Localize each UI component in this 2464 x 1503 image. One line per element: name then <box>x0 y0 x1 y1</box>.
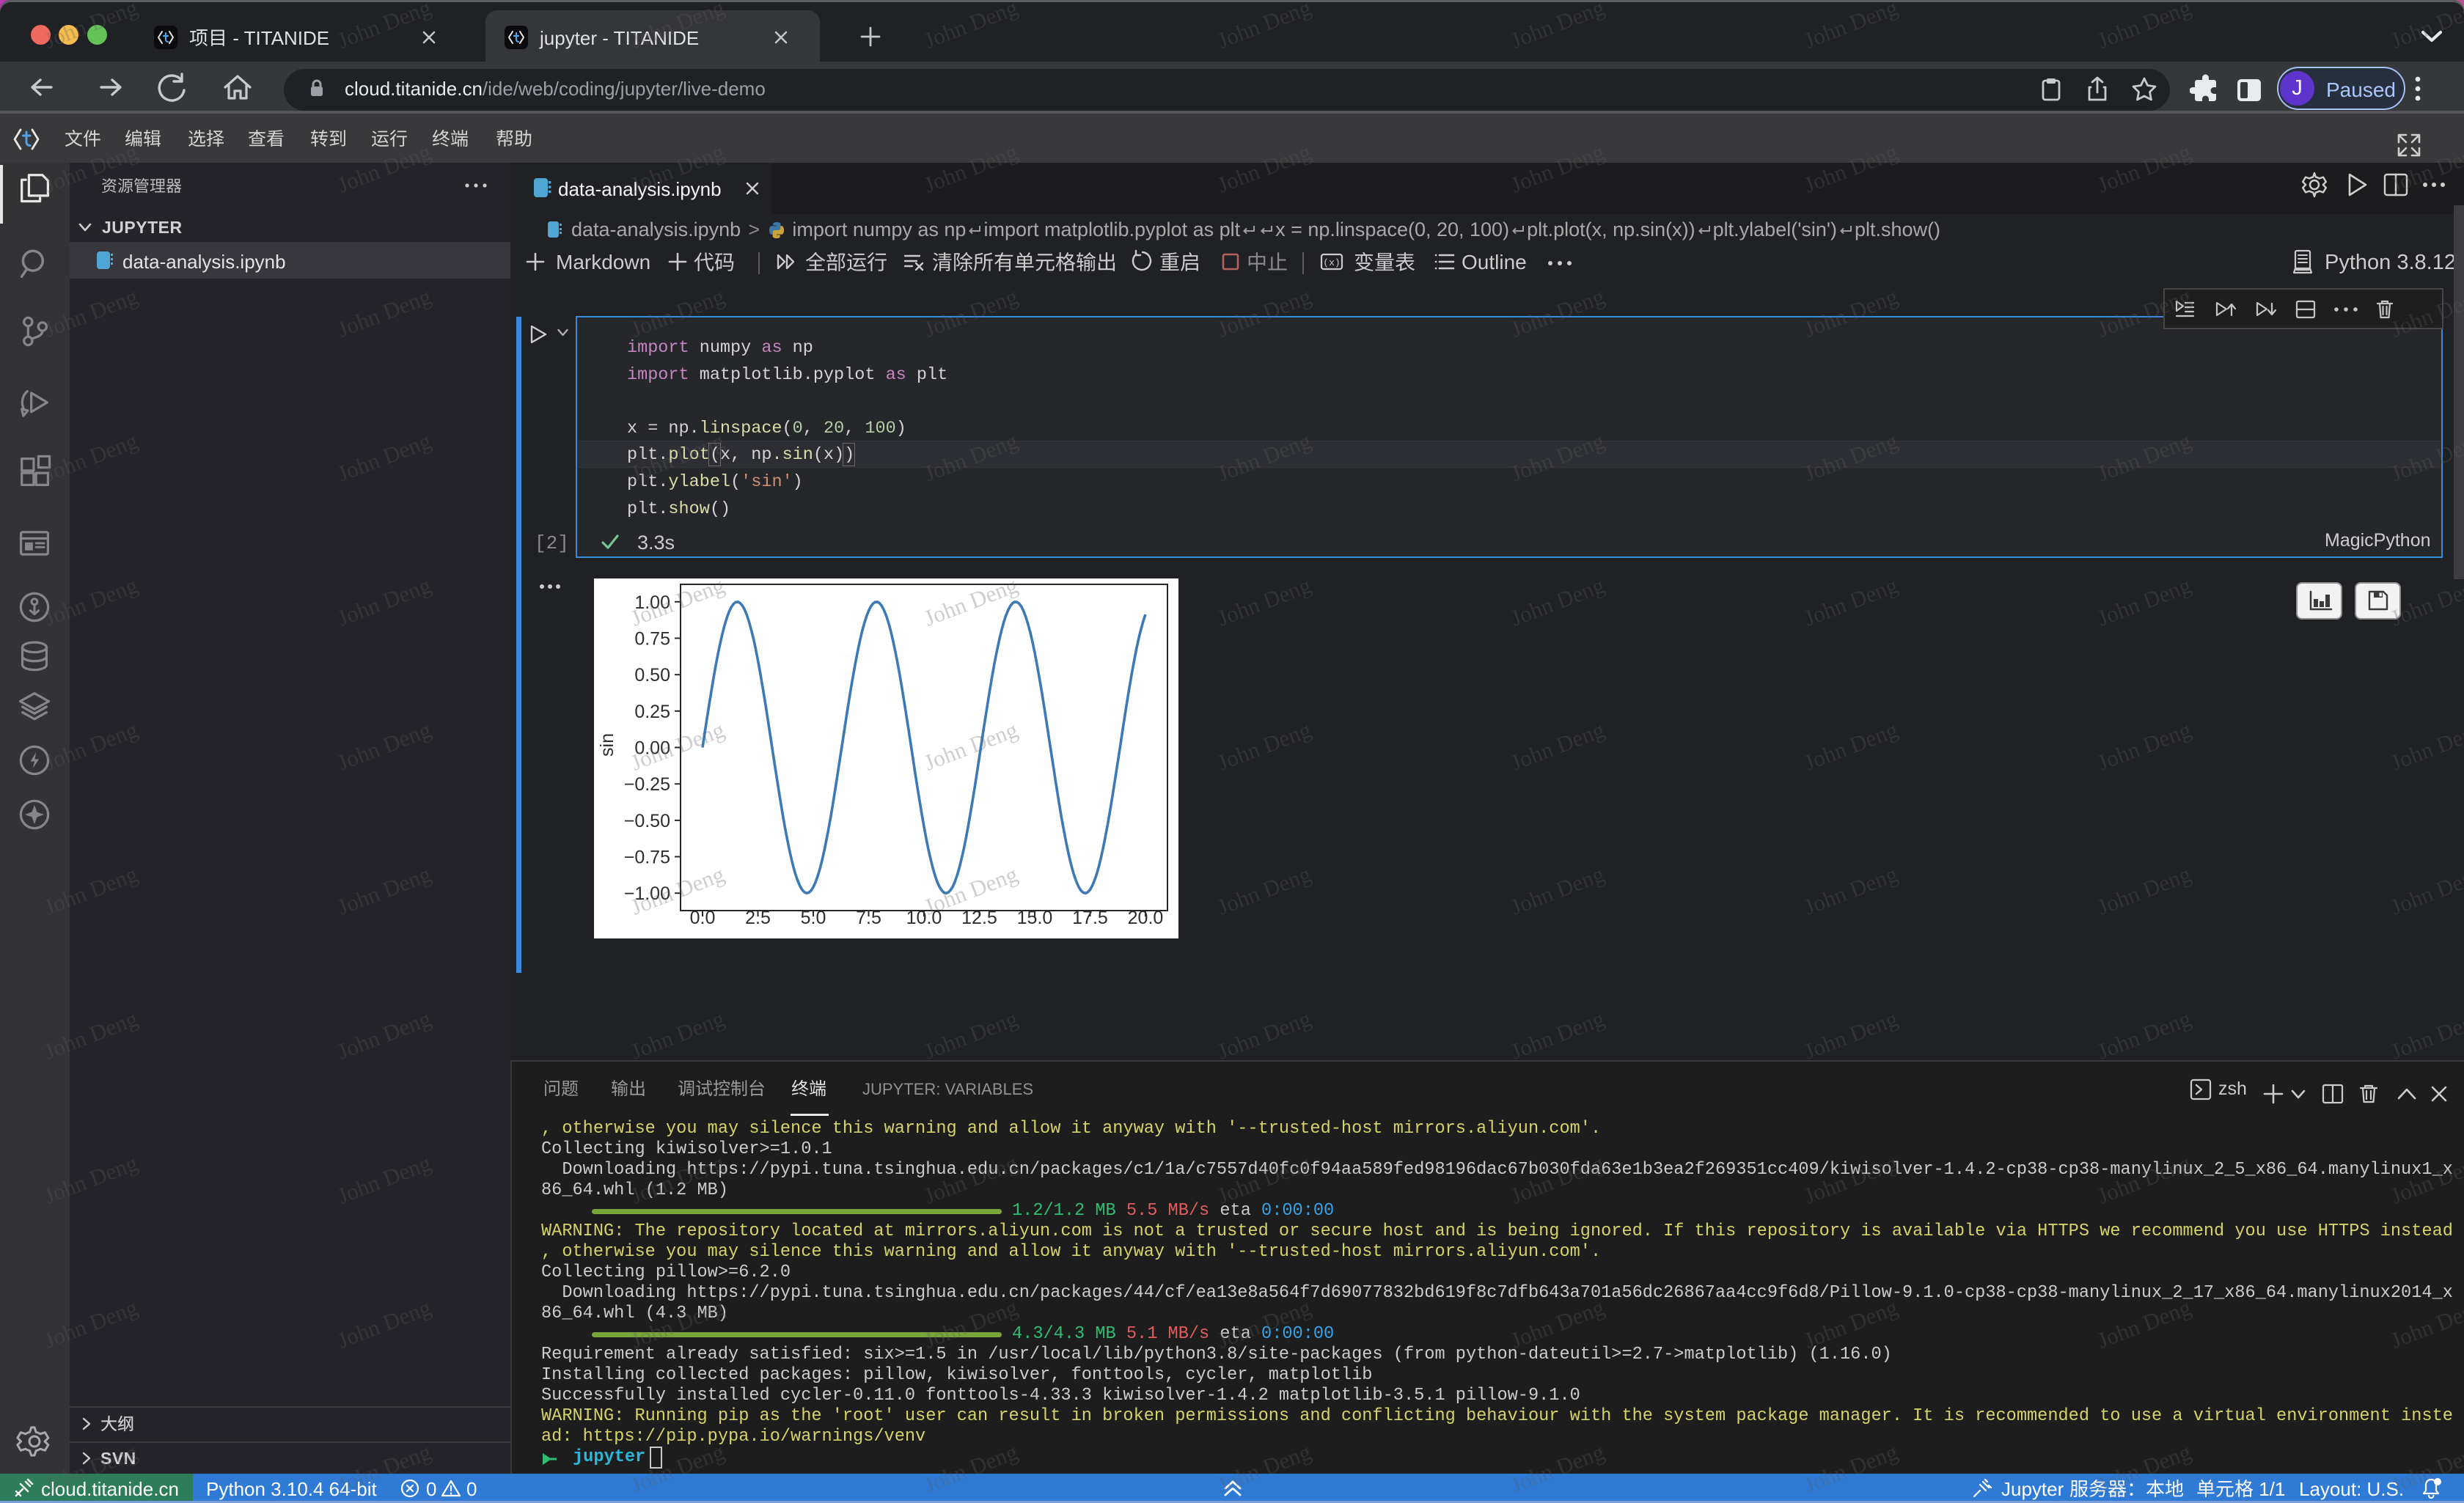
svg-text:2.5: 2.5 <box>745 908 771 928</box>
svg-text:20.0: 20.0 <box>1128 908 1164 928</box>
svg-text:7.5: 7.5 <box>856 908 881 928</box>
svg-text:sin: sin <box>597 733 617 757</box>
svg-text:−0.75: −0.75 <box>624 848 670 868</box>
svg-text:−0.25: −0.25 <box>624 774 670 795</box>
svg-text:0.0: 0.0 <box>690 908 716 928</box>
svg-text:5.0: 5.0 <box>801 908 826 928</box>
svg-text:0.75: 0.75 <box>634 629 670 650</box>
svg-text:−0.50: −0.50 <box>624 811 670 831</box>
svg-text:0.50: 0.50 <box>634 665 670 686</box>
svg-text:(x): (x) <box>1323 257 1340 268</box>
svg-text:17.5: 17.5 <box>1072 908 1108 928</box>
svg-text:15.0: 15.0 <box>1017 908 1053 928</box>
svg-text:0.25: 0.25 <box>634 702 670 722</box>
svg-text:12.5: 12.5 <box>961 908 997 928</box>
